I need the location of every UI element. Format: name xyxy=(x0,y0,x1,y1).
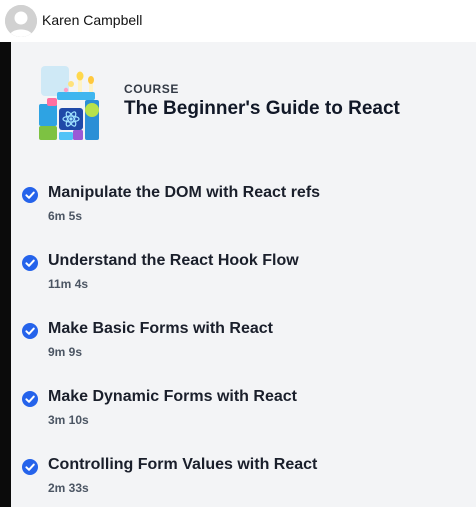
left-sidebar-edge xyxy=(0,42,11,507)
course-title[interactable]: The Beginner's Guide to React xyxy=(124,98,400,120)
check-circle-icon xyxy=(22,459,38,475)
user-name[interactable]: Karen Campbell xyxy=(42,12,142,28)
lesson-item[interactable]: Make Basic Forms with React 9m 9s xyxy=(11,320,476,380)
lesson-duration: 11m 4s xyxy=(48,277,89,291)
top-bar: Karen Campbell xyxy=(0,0,476,42)
user-avatar-icon xyxy=(5,5,37,37)
lesson-title[interactable]: Controlling Form Values with React xyxy=(48,456,317,474)
lesson-duration: 3m 10s xyxy=(48,413,89,427)
avatar[interactable] xyxy=(5,5,37,37)
check-circle-icon xyxy=(22,187,38,203)
lesson-title[interactable]: Make Basic Forms with React xyxy=(48,320,273,338)
lesson-item[interactable]: Understand the React Hook Flow 11m 4s xyxy=(11,252,476,312)
course-label: COURSE xyxy=(124,82,179,96)
lesson-title[interactable]: Understand the React Hook Flow xyxy=(48,252,299,270)
check-circle-icon xyxy=(22,255,38,271)
lesson-item[interactable]: Make Dynamic Forms with React 3m 10s xyxy=(11,388,476,448)
lesson-title[interactable]: Manipulate the DOM with React refs xyxy=(48,184,320,202)
lesson-item[interactable]: Manipulate the DOM with React refs 6m 5s xyxy=(11,184,476,244)
lesson-title[interactable]: Make Dynamic Forms with React xyxy=(48,388,297,406)
lesson-duration: 6m 5s xyxy=(48,209,83,223)
lesson-duration: 2m 33s xyxy=(48,481,89,495)
lesson-duration: 9m 9s xyxy=(48,345,83,359)
course-illustration-icon xyxy=(33,60,113,142)
lesson-item[interactable]: Controlling Form Values with React 2m 33… xyxy=(11,456,476,516)
course-panel: COURSE The Beginner's Guide to React Man… xyxy=(11,42,476,507)
check-circle-icon xyxy=(22,391,38,407)
check-circle-icon xyxy=(22,323,38,339)
